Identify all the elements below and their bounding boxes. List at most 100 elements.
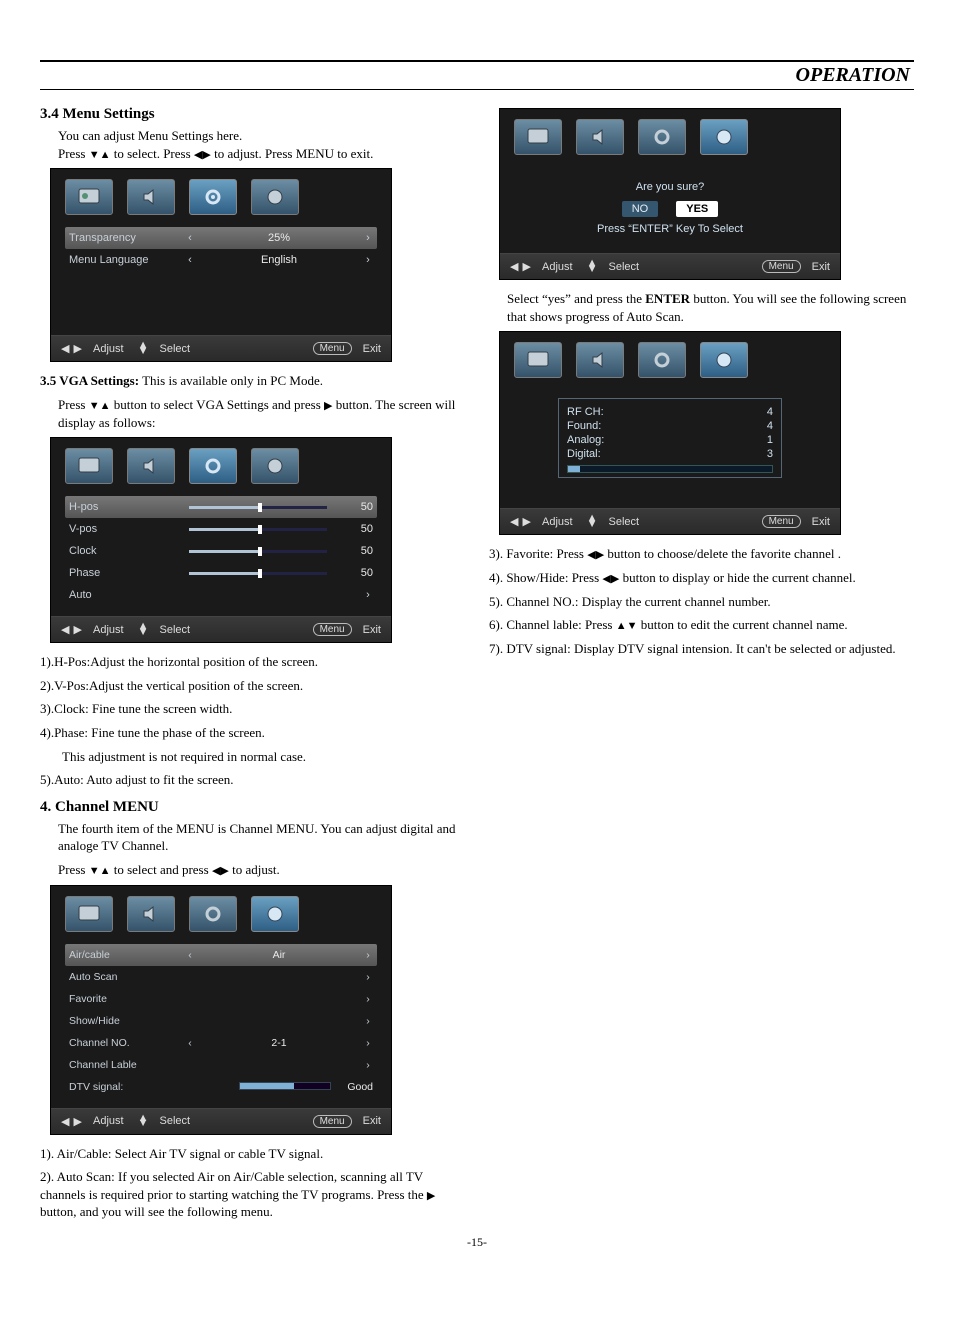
- osd2-row-auto: Auto›: [69, 584, 373, 606]
- dtv-signal-bar: [239, 1082, 331, 1090]
- sect-3-4-text: You can adjust Menu Settings here. Press…: [58, 127, 465, 162]
- s4-p2c: to adjust.: [232, 862, 280, 877]
- page: OPERATION 3.4 Menu Settings You can adju…: [0, 0, 954, 1290]
- vga-item-1: 1).H-Pos:Adjust the horizontal position …: [40, 653, 465, 671]
- below3-2a: 2). Auto Scan: If you selected Air on Ai…: [40, 1169, 427, 1202]
- osd4-body: Are you sure? NO YES Press “ENTER” Key T…: [500, 163, 840, 253]
- chevron-right-icon: ›: [363, 1037, 373, 1049]
- osd2-rows: H-pos50 V-pos50 Clock50 Phase50 Auto›: [51, 492, 391, 616]
- vga-item-5: 5).Auto: Auto adjust to fit the screen.: [40, 771, 465, 789]
- right-icon: ▶: [324, 399, 332, 414]
- down-icon: ▼: [138, 1121, 149, 1127]
- osd1-arrow-right2: ›: [363, 254, 373, 266]
- osd1-transparency-value: 25%: [201, 232, 357, 244]
- below3-2: 2). Auto Scan: If you selected Air on Ai…: [40, 1168, 465, 1221]
- tab-setup-icon: [189, 448, 237, 484]
- osd5-exit: Menu Exit: [762, 515, 830, 528]
- left-icon: ◀: [61, 342, 69, 355]
- osd1-row-language: Menu Language ‹ English ›: [69, 249, 373, 271]
- s34-l2a: Press: [58, 146, 89, 161]
- osd3-row-aircable: Air/cable‹Air›: [65, 944, 377, 966]
- header-underline: [40, 89, 914, 90]
- sect-3-5-tail: This is available only in PC Mode.: [139, 373, 323, 388]
- s35-p1a: Press: [58, 397, 89, 412]
- osd-scan-progress: RF CH:4 Found:4 Analog:1 Digital:3 ◀▶ Ad…: [499, 331, 841, 535]
- left-icon: ◀: [510, 515, 518, 528]
- osd-vga-settings: H-pos50 V-pos50 Clock50 Phase50 Auto› ◀▶…: [50, 437, 392, 643]
- right-item-4: 4). Show/Hide: Press ◀▶ button to displa…: [489, 569, 914, 587]
- menu-pill: Menu: [313, 1115, 352, 1128]
- ri4b: button to display or hide the current ch…: [623, 570, 856, 585]
- after-osd4-a: Select “yes” and press the: [507, 291, 645, 306]
- vga-item-4b: This adjustment is not required in norma…: [62, 748, 465, 766]
- tab-channel-icon: [700, 119, 748, 155]
- osd1-arrow-left: ‹: [185, 232, 195, 244]
- osd5-footer: ◀▶ Adjust ▲▼ Select Menu Exit: [500, 508, 840, 534]
- osd2-row-phase: Phase50: [69, 562, 373, 584]
- osd5-found-lab: Found:: [567, 420, 601, 432]
- down-icon: ▼: [89, 148, 100, 163]
- osd5-progress-bar: [567, 465, 773, 473]
- chevron-left-icon: ‹: [185, 1037, 195, 1049]
- below3-1: 1). Air/Cable: Select Air TV signal or c…: [40, 1145, 465, 1163]
- osd4-exit-label: Exit: [812, 261, 830, 273]
- tab-setup-icon: [638, 342, 686, 378]
- osd3-favorite-lab: Favorite: [69, 993, 179, 1005]
- osd-channel-menu: Air/cable‹Air› Auto Scan› Favorite› Show…: [50, 885, 392, 1135]
- right-icon: ▶: [611, 572, 619, 587]
- right-icon: ▶: [522, 515, 530, 528]
- page-number: -15-: [40, 1235, 914, 1250]
- osd1-rows: Transparency ‹ 25% › Menu Language ‹ Eng…: [51, 223, 391, 335]
- osd1-language-value: English: [201, 254, 357, 266]
- right-icon: ▶: [596, 548, 604, 563]
- right-icon: ▶: [73, 342, 81, 355]
- osd4-hint: Press “ENTER” Key To Select: [518, 223, 822, 235]
- after-osd4-enter: ENTER: [645, 291, 690, 306]
- tab-sound-icon: [576, 342, 624, 378]
- osd2-row-clock: Clock50: [69, 540, 373, 562]
- tab-picture-icon: [65, 179, 113, 215]
- osd3-row-showhide: Show/Hide›: [69, 1010, 373, 1032]
- s34-l2b: to select. Press: [114, 146, 194, 161]
- top-rule: [40, 60, 914, 62]
- tab-picture-icon: [514, 119, 562, 155]
- right-item-6: 6). Channel lable: Press ▲▼ button to ed…: [489, 616, 914, 634]
- osd1-select: ▲▼ Select: [138, 343, 191, 355]
- osd5-digital-val: 3: [767, 448, 773, 460]
- tab-sound-icon: [127, 179, 175, 215]
- tab-channel-icon: [251, 448, 299, 484]
- tab-sound-icon: [127, 896, 175, 932]
- osd3-chno-val: 2-1: [201, 1037, 357, 1049]
- sect-3-5-heading: 3.5 VGA Settings:: [40, 373, 139, 388]
- osd5-exit-label: Exit: [812, 516, 830, 528]
- osd4-select-label: Select: [609, 261, 640, 273]
- osd3-dtv-lab: DTV signal:: [69, 1081, 179, 1093]
- up-icon: ▲: [100, 399, 111, 414]
- tab-sound-icon: [127, 448, 175, 484]
- left-icon: ◀: [602, 572, 610, 587]
- osd3-rows: Air/cable‹Air› Auto Scan› Favorite› Show…: [51, 940, 391, 1108]
- slider: [189, 506, 327, 509]
- menu-pill: Menu: [762, 515, 801, 528]
- osd5-found: Found:4: [567, 419, 773, 433]
- sect-4-p1: The fourth item of the MENU is Channel M…: [58, 820, 465, 855]
- osd2-row-vpos: V-pos 50: [69, 518, 373, 540]
- menu-pill: Menu: [313, 623, 352, 636]
- osd3-chlable-lab: Channel Lable: [69, 1059, 179, 1071]
- tab-setup-icon: [189, 896, 237, 932]
- right-icon: ▶: [202, 148, 210, 163]
- osd5-body: RF CH:4 Found:4 Analog:1 Digital:3: [500, 386, 840, 508]
- slider: [189, 572, 327, 575]
- osd2-vpos-lab: V-pos: [69, 523, 179, 535]
- osd3-showhide-lab: Show/Hide: [69, 1015, 179, 1027]
- osd2-vpos-val: 50: [337, 523, 373, 535]
- osd5-select: ▲▼ Select: [587, 516, 640, 528]
- tab-setup-icon: [189, 179, 237, 215]
- osd4-select: ▲▼ Select: [587, 261, 640, 273]
- slider: [189, 550, 327, 553]
- tab-sound-icon: [576, 119, 624, 155]
- chevron-right-icon: ›: [363, 993, 373, 1005]
- chevron-right-icon: ›: [363, 971, 373, 983]
- osd5-digital: Digital:3: [567, 447, 773, 461]
- osd2-phase-val: 50: [337, 567, 373, 579]
